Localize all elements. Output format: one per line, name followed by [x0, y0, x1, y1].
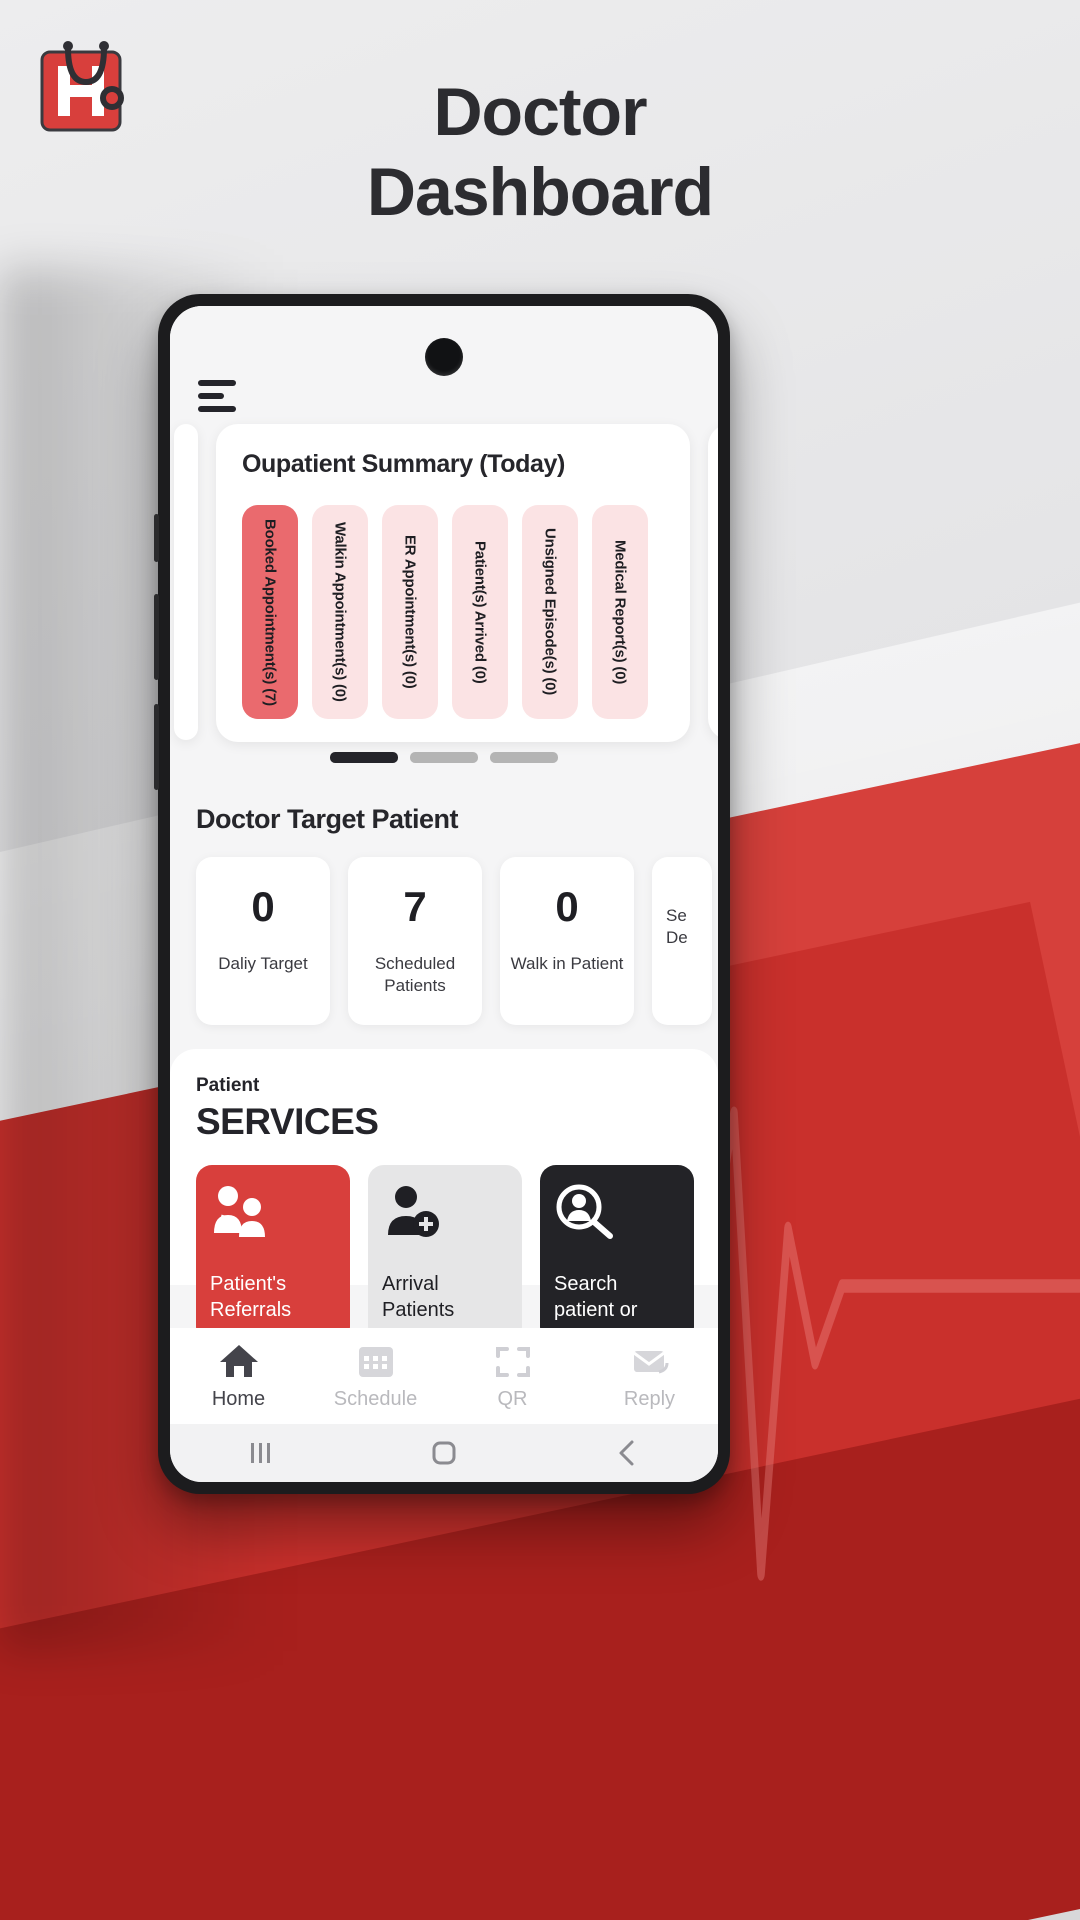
phone-volume-down-button — [154, 704, 159, 790]
summary-chip[interactable]: Patient(s) Arrived (0) — [452, 505, 508, 719]
nav-item-reply[interactable]: Reply — [581, 1342, 718, 1411]
person-add-icon — [382, 1183, 508, 1247]
nav-item-label: Home — [211, 1387, 266, 1410]
target-card[interactable]: 0 Walk in Patient — [500, 857, 634, 1025]
carousel-dot-3[interactable] — [490, 752, 558, 763]
summary-card-title: Oupatient Summary (Today) — [242, 450, 565, 478]
doctor-target-patient-section: Doctor Target Patient 0 Daliy Target 7 S… — [170, 772, 718, 1025]
carousel-track[interactable]: Oupatient Summary (Today) Booked Appoint… — [170, 424, 718, 744]
target-card-value: 0 — [555, 883, 579, 930]
home-square-icon[interactable] — [353, 1438, 536, 1468]
front-camera-icon — [425, 338, 463, 376]
target-card-value: 7 — [403, 883, 427, 930]
nav-item-label: Schedule — [333, 1387, 418, 1410]
bottom-navigation-bar[interactable]: Home Schedule QR Reply — [170, 1328, 718, 1424]
services-title: SERVICES — [196, 1101, 379, 1142]
doctor-target-patient-title: Doctor Target Patient — [196, 804, 459, 834]
qr-scan-icon — [495, 1346, 530, 1377]
recents-icon[interactable] — [170, 1440, 353, 1466]
target-card[interactable]: 7 Scheduled Patients — [348, 857, 482, 1025]
service-card-label: Patient's Referrals — [210, 1273, 292, 1321]
nav-item-home[interactable]: Home — [170, 1342, 307, 1411]
target-card[interactable]: 0 Daliy Target — [196, 857, 330, 1025]
service-card-arrival-patients[interactable]: Arrival Patients — [368, 1165, 522, 1343]
page-title-line2: Dashboard — [366, 154, 714, 230]
service-card-search-patient[interactable]: Search patient or — [540, 1165, 694, 1343]
summary-chip-label: Walkin Appointment(s) (0) — [331, 522, 349, 702]
target-card-value: 0 — [251, 883, 275, 930]
person-search-icon — [554, 1183, 680, 1247]
summary-chip-label: Booked Appointment(s) (7) — [261, 518, 279, 706]
calendar-icon — [358, 1346, 393, 1377]
nav-item-label: QR — [497, 1387, 528, 1410]
carousel-dot-1[interactable] — [330, 752, 398, 763]
target-card-label: Walk in Patient — [510, 954, 624, 973]
summary-chip[interactable]: Walkin Appointment(s) (0) — [312, 505, 368, 719]
phone-mockup: Oupatient Summary (Today) Booked Appoint… — [154, 294, 730, 1494]
two-doctors-icon — [210, 1183, 336, 1247]
summary-chip[interactable]: Booked Appointment(s) (7) — [242, 505, 298, 719]
hamburger-menu-icon[interactable] — [198, 380, 236, 419]
nav-item-schedule[interactable]: Schedule — [307, 1342, 444, 1411]
doctor-target-patient-list[interactable]: 0 Daliy Target 7 Scheduled Patients 0 Wa… — [170, 835, 718, 1025]
page-title: Doctor Dashboard — [0, 72, 1080, 232]
target-card-partial[interactable]: Se De — [652, 857, 712, 1025]
phone-screen: Oupatient Summary (Today) Booked Appoint… — [170, 306, 718, 1482]
back-chevron-icon[interactable] — [535, 1438, 718, 1468]
summary-chip-list: Booked Appointment(s) (7) Walkin Appoint… — [242, 505, 676, 719]
app-scroll-area[interactable]: Oupatient Summary (Today) Booked Appoint… — [170, 306, 718, 1388]
nav-item-qr[interactable]: QR — [444, 1342, 581, 1411]
service-card-label: Arrival Patients — [382, 1273, 455, 1321]
target-card-label: Daliy Target — [218, 954, 308, 973]
nav-item-label: Reply — [623, 1387, 676, 1410]
services-kicker: Patient — [196, 1075, 260, 1096]
patient-services-section: Patient SERVICES Patient's Referrals Arr… — [170, 1049, 718, 1343]
summary-chip[interactable]: ER Appointment(s) (0) — [382, 505, 438, 719]
summary-chip[interactable]: Medical Report(s) (0) — [592, 505, 648, 719]
mail-reply-icon — [632, 1350, 668, 1373]
summary-chip-label: Unsigned Episode(s) (0) — [541, 528, 559, 696]
home-icon — [219, 1344, 258, 1377]
phone-volume-up-button — [154, 594, 159, 680]
outpatient-summary-carousel[interactable]: Oupatient Summary (Today) Booked Appoint… — [170, 424, 718, 772]
summary-chip-label: Patient(s) Arrived (0) — [471, 540, 489, 684]
summary-card-previous-peek[interactable] — [174, 424, 198, 740]
page-title-line1: Doctor — [433, 74, 647, 150]
target-card-label: Scheduled Patients — [374, 954, 456, 995]
target-card-label: Se De — [666, 906, 688, 947]
summary-chip-label: Medical Report(s) (0) — [611, 539, 629, 685]
summary-chip-label: ER Appointment(s) (0) — [401, 535, 419, 689]
phone-side-button — [154, 514, 159, 562]
services-card-list[interactable]: Patient's Referrals Arrival Patients Sea… — [196, 1165, 718, 1343]
service-card-patient-referrals[interactable]: Patient's Referrals — [196, 1165, 350, 1343]
carousel-page-indicator[interactable] — [170, 752, 718, 763]
carousel-dot-2[interactable] — [410, 752, 478, 763]
summary-chip[interactable]: Unsigned Episode(s) (0) — [522, 505, 578, 719]
summary-card-outpatient[interactable]: Oupatient Summary (Today) Booked Appoint… — [216, 424, 690, 742]
service-card-label: Search patient or — [554, 1273, 638, 1321]
android-system-navigation[interactable] — [170, 1424, 718, 1482]
summary-card-next-peek[interactable]: In — [708, 424, 718, 740]
